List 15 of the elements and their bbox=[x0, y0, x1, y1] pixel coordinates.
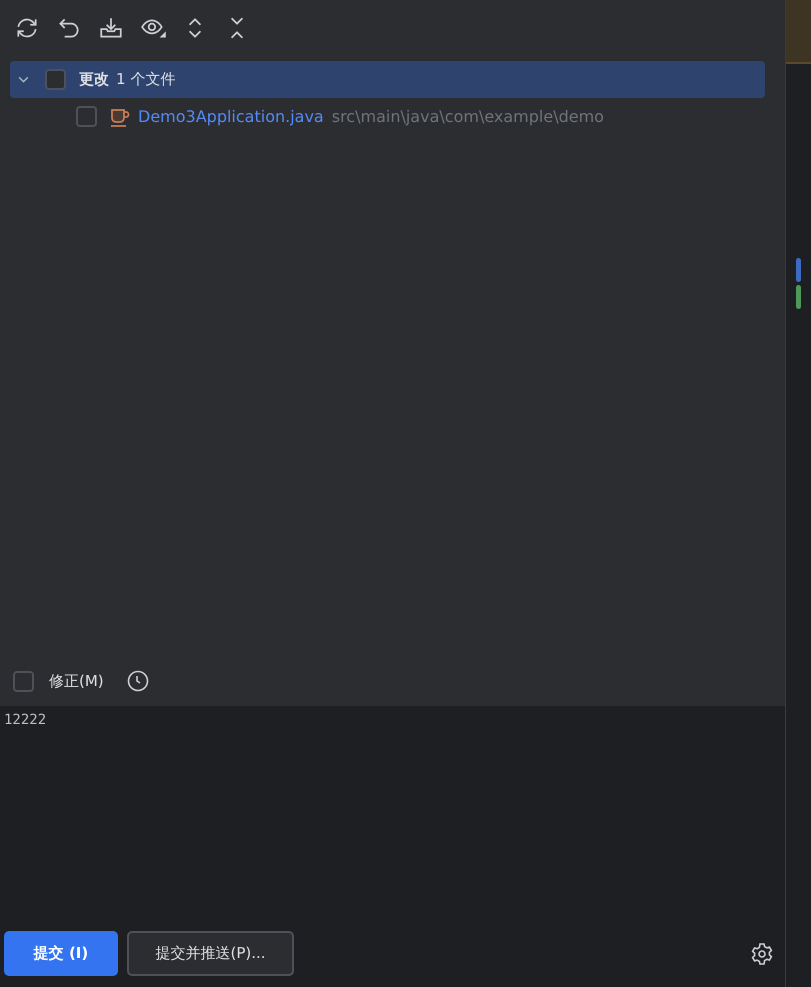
clock-icon[interactable] bbox=[126, 669, 150, 693]
commit-button[interactable]: 提交 (I) bbox=[4, 931, 118, 976]
amend-checkbox[interactable] bbox=[13, 670, 34, 692]
file-row[interactable]: Demo3Application.java src\main\java\com\example\demo bbox=[10, 98, 766, 135]
checkbox[interactable] bbox=[76, 106, 97, 127]
settings-icon[interactable] bbox=[750, 942, 774, 966]
group-label: 更改 bbox=[79, 70, 109, 89]
checkbox[interactable] bbox=[45, 69, 66, 90]
tree-row[interactable]: 更改 1 个文件 bbox=[10, 61, 766, 98]
file-count: 1 个文件 bbox=[116, 70, 176, 89]
commit-button[interactable]: 提交并推送(P)... bbox=[127, 931, 294, 976]
file-name: Demo3Application.java bbox=[138, 107, 324, 126]
amend-label: 修正(M) bbox=[49, 672, 104, 690]
commit-message-field[interactable]: 12222 bbox=[0, 706, 786, 920]
file-path: src\main\java\com\example\demo bbox=[332, 107, 604, 126]
